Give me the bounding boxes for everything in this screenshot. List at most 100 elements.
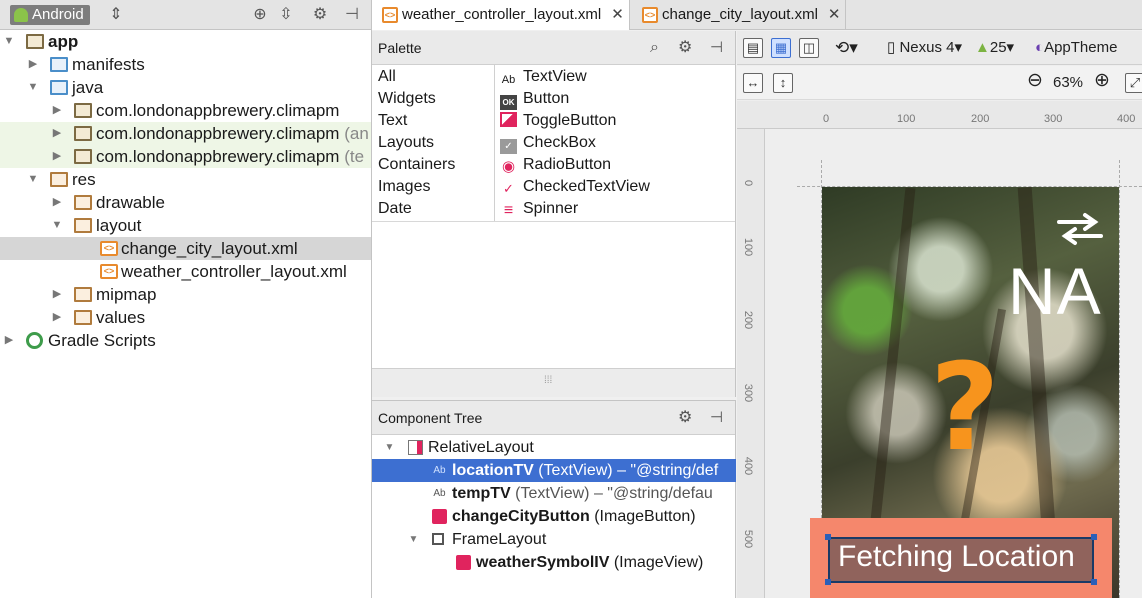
expand-arrow-icon[interactable]: ▼ (2, 30, 16, 53)
collapse-all-icon[interactable]: ⇳ (276, 5, 296, 25)
search-icon[interactable]: ⌕ (650, 31, 659, 65)
component-row-framelayout[interactable]: ▼ FrameLayout (372, 528, 736, 551)
gear-icon[interactable]: ⚙ (678, 31, 692, 65)
ruler-label: 100 (742, 237, 755, 257)
zoom-out-icon[interactable]: ⊖ (1027, 71, 1043, 91)
expand-arrow-icon[interactable]: ▶ (50, 99, 64, 122)
palette-item-spinner[interactable]: ≡ Spinner (500, 198, 578, 220)
component-row-weathersymboliv[interactable]: weatherSymbolIV (ImageView) (372, 551, 736, 574)
tree-item-gradle-scripts[interactable]: ▶ Gradle Scripts (0, 329, 371, 352)
component-row-temptv[interactable]: Ab tempTV (TextView) – "@string/defau (372, 482, 736, 505)
palette-category-date[interactable]: Date (378, 198, 412, 220)
resize-handle[interactable] (1091, 579, 1097, 585)
close-icon[interactable]: ✕ (828, 6, 841, 23)
tree-item-package-test[interactable]: ▶ com.londonappbrewery.climapm (te (0, 145, 371, 168)
expand-arrow-icon[interactable]: ▶ (26, 53, 40, 76)
component-tree-panel: Component Tree ⚙ ⊣ ▼ RelativeLayout Ab l… (372, 400, 736, 598)
palette-category-containers[interactable]: Containers (378, 154, 455, 176)
relativelayout-icon (408, 440, 423, 455)
gear-icon[interactable]: ⚙ (310, 5, 330, 25)
package-icon (74, 103, 92, 118)
hide-panel-icon[interactable]: ⊣ (710, 401, 723, 435)
zoom-level: 63% (1053, 74, 1084, 91)
palette-category-widgets[interactable]: Widgets (378, 88, 436, 110)
palette-category-all[interactable]: All (378, 66, 396, 88)
scroll-from-source-icon[interactable]: ⊕ (250, 5, 270, 25)
resize-handle[interactable] (1091, 534, 1097, 540)
hide-panel-icon[interactable]: ⊣ (710, 31, 723, 65)
expand-arrow-icon[interactable]: ▶ (50, 145, 64, 168)
tree-item-change-city-layout[interactable]: <> change_city_layout.xml (0, 237, 371, 260)
api-selector[interactable]: ▲25▾ (975, 38, 1014, 58)
expand-arrow-icon[interactable]: ▶ (50, 306, 64, 329)
expand-arrow-icon[interactable]: ▼ (50, 214, 64, 237)
split-view-icon[interactable]: ◫ (799, 38, 819, 58)
palette-category-layouts[interactable]: Layouts (378, 132, 434, 154)
component-name: changeCityButton (452, 508, 590, 525)
tree-item-res[interactable]: ▼ res (0, 168, 371, 191)
tree-item-mipmap[interactable]: ▶ mipmap (0, 283, 371, 306)
tree-item-manifests[interactable]: ▶ manifests (0, 53, 371, 76)
expand-arrow-icon[interactable]: ▼ (382, 440, 397, 455)
resize-handle[interactable] (825, 534, 831, 540)
tree-item-java[interactable]: ▼ java (0, 76, 371, 99)
zoom-in-icon[interactable]: ⊕ (1094, 71, 1110, 91)
tree-item-values[interactable]: ▶ values (0, 306, 371, 329)
palette-resize-handle[interactable]: ⁞⁞⁞ (372, 368, 735, 397)
palette-item-button[interactable]: OK Button (500, 88, 569, 110)
folder-icon (50, 80, 68, 95)
tab-change-city-layout[interactable]: <> change_city_layout.xml ✕ (632, 0, 846, 30)
theme-selector[interactable]: ◐AppTheme (1035, 38, 1117, 58)
expand-arrow-icon[interactable]: ▶ (50, 122, 64, 145)
device-selector[interactable]: ▯ Nexus 4▾ (887, 38, 962, 58)
orientation-icon[interactable]: ⟲▾ (835, 38, 858, 58)
expand-arrow-icon[interactable]: ▼ (26, 168, 40, 191)
component-row-relativelayout[interactable]: ▼ RelativeLayout (372, 436, 736, 459)
zoom-fit-icon[interactable]: ⤢ (1125, 73, 1142, 93)
palette-category-images[interactable]: Images (378, 176, 430, 198)
tree-item-drawable[interactable]: ▶ drawable (0, 191, 371, 214)
ruler-label: 400 (742, 456, 755, 476)
palette-category-text[interactable]: Text (378, 110, 407, 132)
dropdown-arrows-icon[interactable]: ⇕ (106, 5, 126, 25)
component-name: tempTV (452, 485, 511, 502)
palette-item-togglebutton[interactable]: ToggleButton (500, 110, 616, 132)
palette-item-textview[interactable]: Ab TextView (500, 66, 587, 88)
drag-handle-icon[interactable]: ⁞⁞⁞ (544, 375, 552, 386)
tree-item-app[interactable]: ▼ app (0, 30, 371, 53)
project-view-selector[interactable]: Android (10, 5, 90, 25)
palette-item-checkbox[interactable]: ✓ CheckBox (500, 132, 596, 154)
blueprint-view-icon[interactable]: ▦ (771, 38, 791, 58)
component-name: FrameLayout (452, 531, 547, 548)
close-icon[interactable]: ✕ (611, 6, 624, 23)
tree-item-label: change_city_layout.xml (121, 239, 298, 258)
palette-item-radiobutton[interactable]: ◉ RadioButton (500, 154, 611, 176)
toggle-icon (500, 112, 517, 127)
expand-arrow-icon[interactable]: ▶ (50, 191, 64, 214)
tree-item-layout[interactable]: ▼ layout (0, 214, 371, 237)
component-row-locationtv[interactable]: Ab locationTV (TextView) – "@string/def (372, 459, 736, 482)
hide-panel-icon[interactable]: ⊣ (342, 5, 362, 25)
expand-arrow-icon[interactable]: ▶ (50, 283, 64, 306)
weather-symbol-icon: ? (930, 339, 1000, 478)
resize-handle[interactable] (825, 579, 831, 585)
tree-item-weather-controller-layout[interactable]: <> weather_controller_layout.xml (0, 260, 371, 283)
designer-toolbar: ▤ ▦ ◫ ⟲▾ ▯ Nexus 4▾ ▲25▾ ◐AppTheme (737, 31, 1142, 65)
palette-item-checkedtextview[interactable]: ✓ CheckedTextView (500, 176, 650, 198)
tab-weather-controller-layout[interactable]: <> weather_controller_layout.xml ✕ (372, 0, 630, 30)
android-icon (14, 8, 28, 22)
palette-item-label: ToggleButton (523, 112, 617, 129)
fit-width-icon[interactable]: ↔ (743, 73, 763, 93)
tree-item-package-android-test[interactable]: ▶ com.londonappbrewery.climapm (an (0, 122, 371, 145)
component-tree-title: Component Tree (378, 410, 483, 426)
expand-arrow-icon[interactable]: ▶ (2, 329, 16, 352)
tree-item-package-main[interactable]: ▶ com.londonappbrewery.climapm (0, 99, 371, 122)
expand-arrow-icon[interactable]: ▼ (406, 532, 421, 547)
tree-item-label: drawable (96, 193, 165, 212)
gear-icon[interactable]: ⚙ (678, 401, 692, 435)
design-view-icon[interactable]: ▤ (743, 38, 763, 58)
change-city-icon[interactable] (1055, 212, 1105, 246)
component-row-changecitybutton[interactable]: changeCityButton (ImageButton) (372, 505, 736, 528)
fit-height-icon[interactable]: ↕ (773, 73, 793, 93)
expand-arrow-icon[interactable]: ▼ (26, 76, 40, 99)
